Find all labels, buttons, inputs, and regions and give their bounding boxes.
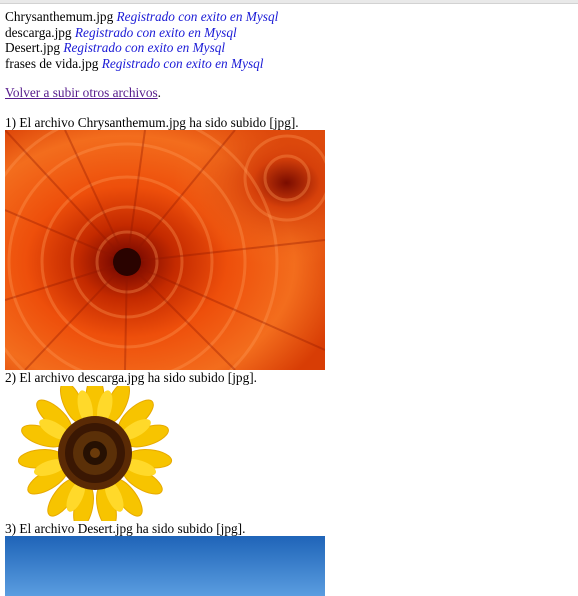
blue-sky-photo <box>5 536 325 596</box>
back-link-line: Volver a subir otros archivos. <box>5 85 573 101</box>
upload-line: frases de vida.jpg Registrado con exito … <box>5 56 573 72</box>
db-status: Registrado con exito en Mysql <box>63 40 226 55</box>
file-name: frases de vida.jpg <box>5 55 99 71</box>
period: . <box>157 85 161 100</box>
chrysanthemum-image <box>5 130 325 370</box>
sunflower-image <box>5 385 185 521</box>
back-to-upload-link[interactable]: Volver a subir otros archivos <box>5 85 158 100</box>
result-caption: 3) El archivo Desert.jpg ha sido subido … <box>5 520 246 536</box>
upload-result-page: Chrysanthemum.jpg Registrado con exito e… <box>5 9 573 596</box>
upload-line: Chrysanthemum.jpg Registrado con exito e… <box>5 9 573 25</box>
db-status: Registrado con exito en Mysql <box>116 9 279 24</box>
result-caption: 1) El archivo Chrysanthemum.jpg ha sido … <box>5 114 299 130</box>
desert-image-top <box>5 536 325 596</box>
upload-line: Desert.jpg Registrado con exito en Mysql <box>5 40 573 56</box>
file-name: Chrysanthemum.jpg <box>5 9 114 24</box>
orange-chrysanthemum-photo <box>5 130 325 370</box>
browser-top-edge <box>0 0 578 4</box>
db-status: Registrado con exito en Mysql <box>74 24 237 40</box>
sunflower-photo <box>5 385 325 521</box>
db-status: Registrado con exito en Mysql <box>101 55 264 71</box>
upload-line: descarga.jpg Registrado con exito en Mys… <box>5 25 573 41</box>
file-name: descarga.jpg <box>5 24 72 40</box>
file-name: Desert.jpg <box>5 40 61 55</box>
result-caption: 2) El archivo descarga.jpg ha sido subid… <box>5 370 257 385</box>
